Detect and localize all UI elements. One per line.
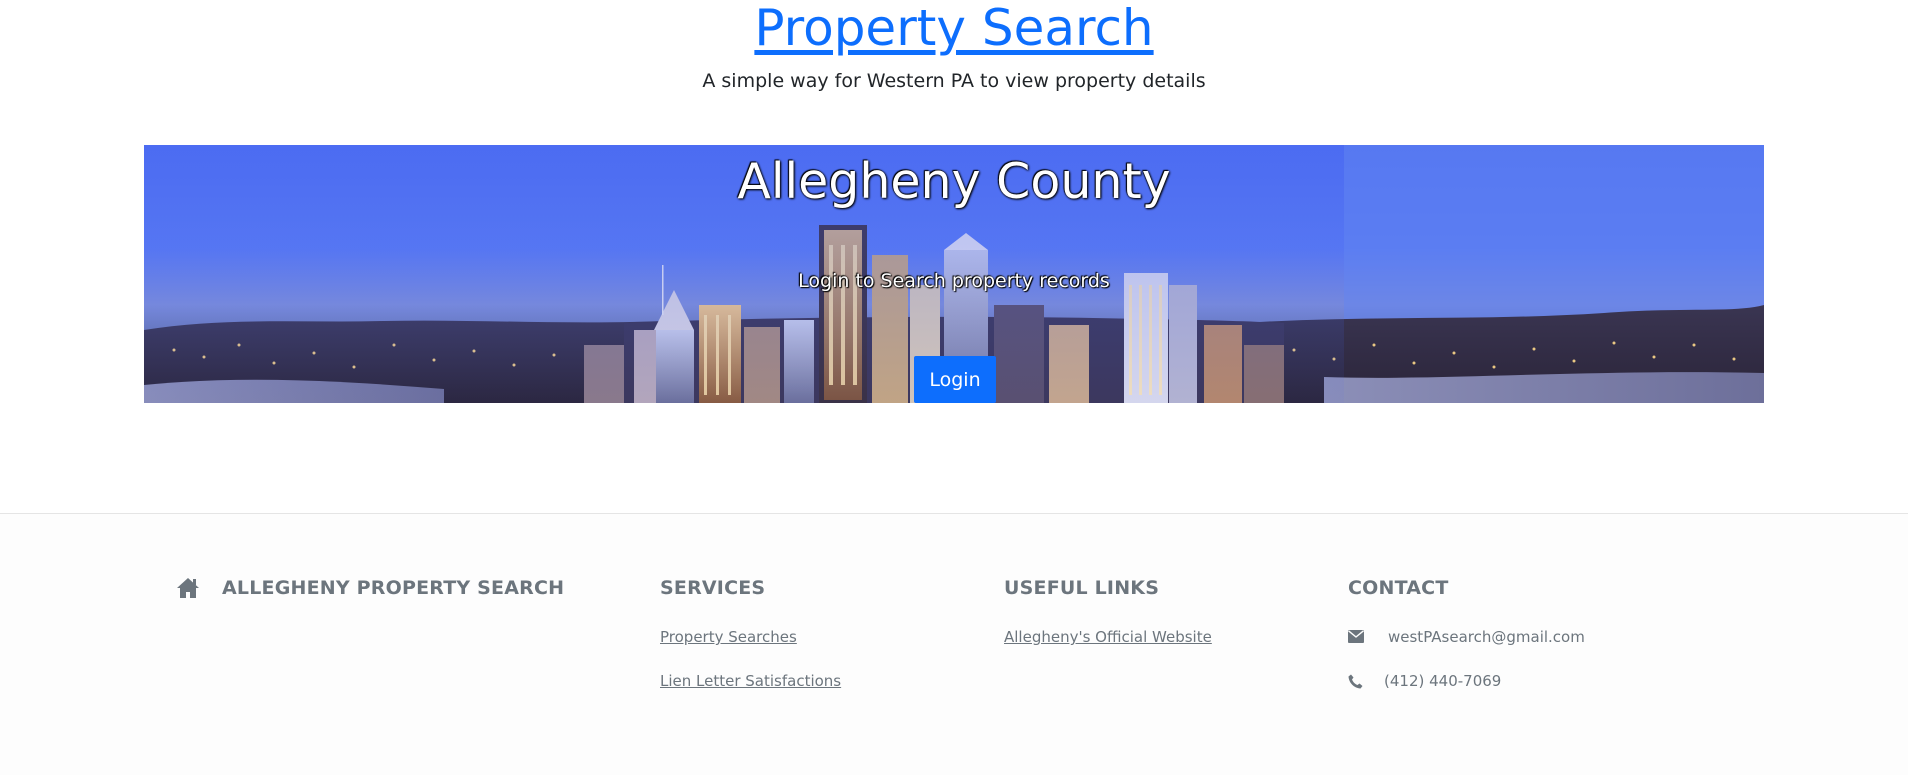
hero-tagline: Login to Search property records bbox=[798, 270, 1110, 292]
phone-number: (412) 440-7069 bbox=[1384, 672, 1502, 690]
footer-useful-links: USEFUL LINKS Allegheny's Official Websit… bbox=[1004, 576, 1212, 646]
useful-links-heading: USEFUL LINKS bbox=[1004, 577, 1160, 599]
services-heading: SERVICES bbox=[660, 577, 766, 599]
hero-banner: Allegheny County Login to Search propert… bbox=[144, 145, 1764, 403]
email-link[interactable]: westPAsearch@gmail.com bbox=[1388, 628, 1585, 646]
footer-brand-label: ALLEGHENY PROPERTY SEARCH bbox=[222, 577, 565, 599]
login-button[interactable]: Login bbox=[914, 356, 996, 403]
site-footer: ALLEGHENY PROPERTY SEARCH SERVICES Prope… bbox=[0, 513, 1908, 775]
page-subtitle: A simple way for Western PA to view prop… bbox=[702, 70, 1206, 92]
allegheny-official-website-link[interactable]: Allegheny's Official Website bbox=[1004, 628, 1212, 646]
property-searches-link[interactable]: Property Searches bbox=[660, 628, 797, 646]
contact-heading: CONTACT bbox=[1348, 577, 1449, 599]
phone-icon bbox=[1348, 674, 1363, 689]
home-icon bbox=[176, 577, 200, 603]
hero-title: Allegheny County bbox=[737, 153, 1171, 210]
footer-services: SERVICES Property Searches Lien Letter S… bbox=[660, 576, 841, 690]
page-title: Property Search bbox=[0, 0, 1908, 58]
envelope-icon bbox=[1348, 630, 1364, 643]
home-title-link[interactable]: Property Search bbox=[754, 0, 1153, 57]
footer-contact: CONTACT westPAsearch@gmail.com (412) 440… bbox=[1348, 576, 1585, 690]
lien-letter-link[interactable]: Lien Letter Satisfactions bbox=[660, 672, 841, 690]
